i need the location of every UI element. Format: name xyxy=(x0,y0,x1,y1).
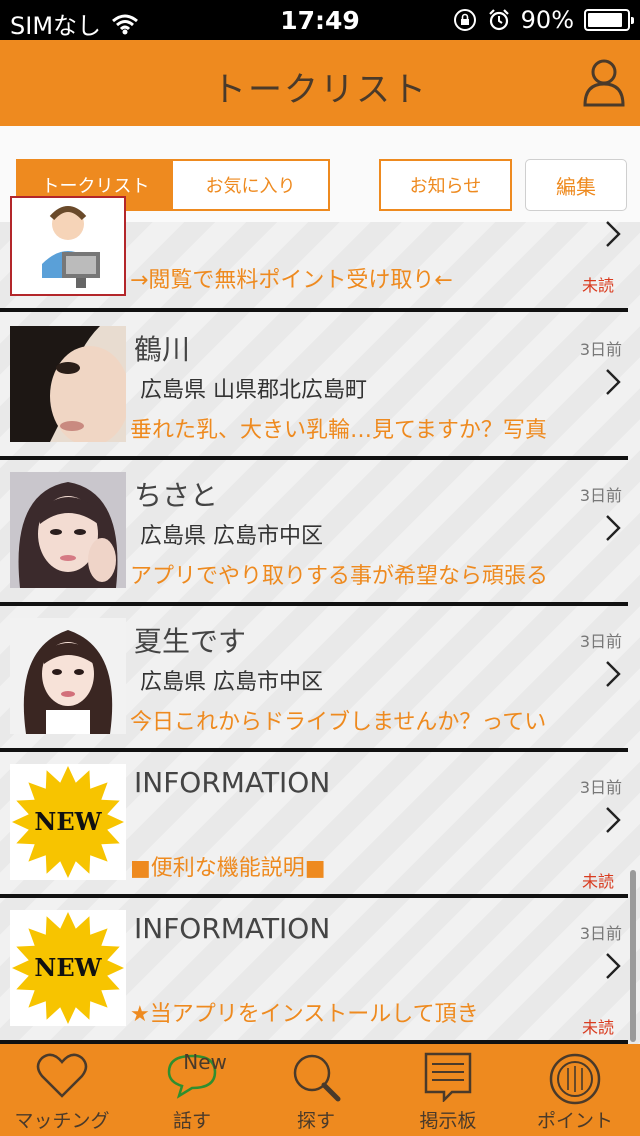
message-preview: アプリでやり取りする事が希望なら頑張る xyxy=(130,564,549,589)
tab-talk[interactable]: New 話す xyxy=(130,1044,254,1136)
message-preview: ★当アプリをインストールして頂き xyxy=(130,1002,479,1027)
message-date: 3日前 xyxy=(579,778,622,797)
unread-badge: 未読 xyxy=(581,872,614,891)
message-preview: 垂れた乳、大きい乳輪…見てますか？写真 xyxy=(130,418,547,443)
conversation-row[interactable]: →閲覧で無料ポイント受け取り← 未読 xyxy=(0,196,628,312)
nav-bar: トークリスト xyxy=(0,40,640,126)
unread-badge: 未読 xyxy=(581,276,614,295)
avatar xyxy=(10,472,126,588)
chevron-right-icon xyxy=(606,807,621,833)
battery-percent: 90% xyxy=(520,6,574,34)
notice-button[interactable]: お知らせ xyxy=(379,159,512,211)
avatar xyxy=(10,326,126,442)
svg-text:NEW: NEW xyxy=(34,953,102,982)
contact-location: 広島県 広島市中区 xyxy=(140,524,323,549)
alarm-icon xyxy=(488,9,509,31)
chevron-right-icon xyxy=(606,221,621,247)
tab-points[interactable]: ポイント xyxy=(510,1044,640,1136)
chevron-right-icon xyxy=(606,515,621,541)
contact-location: 広島県 山県郡北広島町 xyxy=(140,378,367,403)
message-date: 3日前 xyxy=(579,924,622,943)
chevron-right-icon xyxy=(606,369,621,395)
edit-button[interactable]: 編集 xyxy=(525,159,627,211)
contact-name: 夏生です xyxy=(134,625,247,658)
chevron-right-icon xyxy=(606,953,621,979)
chevron-right-icon xyxy=(606,661,621,687)
message-preview: ■便利な機能説明■ xyxy=(130,856,326,881)
message-date: 3日前 xyxy=(579,632,622,651)
contact-name: 鶴川 xyxy=(134,333,191,366)
talk-list-screen: トークリスト お気に入り お知らせ 編集 →閲覧で無料ポイント受け取り← 未読 xyxy=(0,126,640,1044)
rotation-lock-icon xyxy=(453,9,476,31)
operator-illustration-icon xyxy=(12,198,124,294)
new-starburst-icon: NEW xyxy=(10,764,126,880)
profile-icon[interactable] xyxy=(582,58,626,108)
svg-text:NEW: NEW xyxy=(34,807,102,836)
new-badge: New xyxy=(183,1050,227,1074)
tab-search[interactable]: 探す xyxy=(254,1044,378,1136)
coin-icon xyxy=(549,1053,601,1105)
conversation-row[interactable]: NEW INFORMATION 3日前 ■便利な機能説明■ 未読 xyxy=(0,752,628,898)
conversation-row[interactable]: ちさと 3日前 広島県 広島市中区 アプリでやり取りする事が希望なら頑張る xyxy=(0,460,628,606)
conversation-row[interactable]: 夏生です 3日前 広島県 広島市中区 今日これからドライブしませんか？ってい xyxy=(0,606,628,752)
message-preview: 今日これからドライブしませんか？ってい xyxy=(130,710,547,735)
contact-name: INFORMATION xyxy=(134,912,331,945)
segment-favorites[interactable]: お気に入り xyxy=(173,161,328,209)
message-date: 3日前 xyxy=(579,340,622,359)
board-icon xyxy=(424,1052,472,1102)
message-preview: →閲覧で無料ポイント受け取り← xyxy=(130,268,453,293)
contact-location: 広島県 広島市中区 xyxy=(140,670,323,695)
status-bar: SIMなし 17:49 90% xyxy=(0,0,640,40)
page-title: トークリスト xyxy=(212,70,428,110)
tab-bar: マッチング New 話す 探す 掲示板 ポイント xyxy=(0,1044,640,1136)
contact-name: INFORMATION xyxy=(134,766,331,799)
tab-matching[interactable]: マッチング xyxy=(0,1044,124,1136)
tab-board[interactable]: 掲示板 xyxy=(386,1044,510,1136)
heart-icon xyxy=(36,1053,88,1098)
unread-badge: 未読 xyxy=(581,1018,614,1037)
magnifier-icon xyxy=(293,1054,341,1102)
conversation-row[interactable]: 鶴川 3日前 広島県 山県郡北広島町 垂れた乳、大きい乳輪…見てますか？写真 xyxy=(0,314,628,460)
contact-name: ちさと xyxy=(134,479,219,512)
avatar: NEW xyxy=(10,910,126,1026)
battery-icon xyxy=(584,9,634,31)
avatar: NEW xyxy=(10,764,126,880)
message-date: 3日前 xyxy=(579,486,622,505)
scrollbar[interactable] xyxy=(630,870,636,1042)
new-starburst-icon: NEW xyxy=(10,910,126,1026)
conversation-row[interactable]: NEW INFORMATION 3日前 ★当アプリをインストールして頂き 未読 xyxy=(0,898,628,1044)
avatar xyxy=(10,196,126,296)
avatar xyxy=(10,618,126,734)
